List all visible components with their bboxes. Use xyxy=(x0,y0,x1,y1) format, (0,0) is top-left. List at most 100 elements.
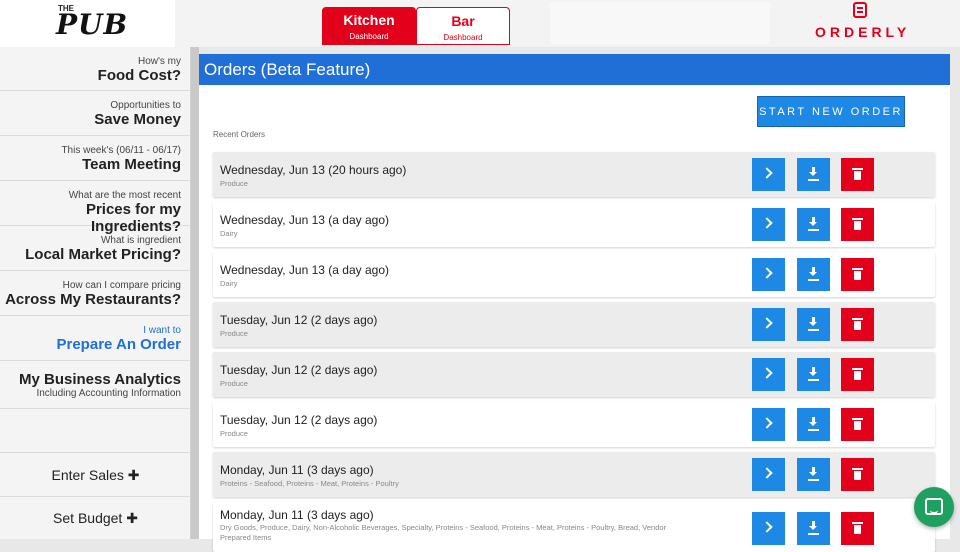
sidebar-item-compare-restaurants[interactable]: How can I compare pricing Across My Rest… xyxy=(0,271,191,316)
download-icon xyxy=(809,467,818,478)
download-order-button[interactable] xyxy=(797,258,830,291)
open-order-button[interactable] xyxy=(752,308,785,341)
order-date: Wednesday, Jun 13 (20 hours ago) xyxy=(220,163,407,177)
delete-order-button[interactable] xyxy=(841,158,874,191)
order-categories: Produce xyxy=(220,329,248,338)
sidebar: How's my Food Cost? Opportunities to Sav… xyxy=(0,47,191,539)
sidebar-item-local-market-pricing[interactable]: What is ingredient Local Market Pricing? xyxy=(0,226,191,271)
download-base-line xyxy=(808,179,819,181)
sidebar-item-subtext: How can I compare pricing xyxy=(62,280,181,291)
logo-big-text: PUB xyxy=(56,8,129,41)
trash-icon xyxy=(852,168,863,180)
order-row[interactable]: Monday, Jun 11 (3 days ago) Dry Goods, P… xyxy=(213,502,935,552)
download-base-line xyxy=(808,279,819,281)
download-order-button[interactable] xyxy=(797,358,830,391)
order-categories: Produce xyxy=(220,179,248,188)
order-row[interactable]: Tuesday, Jun 12 (2 days ago) Produce xyxy=(213,352,935,397)
delete-order-button[interactable] xyxy=(841,308,874,341)
order-row[interactable]: Wednesday, Jun 13 (a day ago) Dairy xyxy=(213,202,935,247)
order-date: Tuesday, Jun 12 (2 days ago) xyxy=(220,413,378,427)
enter-sales-button[interactable]: Enter Sales ✚ xyxy=(0,452,191,496)
order-categories-continued: Prepared Items xyxy=(220,533,272,542)
chat-launcher-button[interactable] xyxy=(914,487,954,527)
download-order-button[interactable] xyxy=(797,408,830,441)
tab-bar-dashboard[interactable]: Bar Dashboard xyxy=(416,7,510,45)
open-order-button[interactable] xyxy=(752,458,785,491)
orderly-brand-text: ORDERLY xyxy=(815,24,911,40)
sidebar-item-label: Team Meeting xyxy=(82,156,181,173)
delete-order-button[interactable] xyxy=(841,408,874,441)
header-center: Kitchen Dashboard Bar Dashboard ORDERLY xyxy=(175,0,960,47)
download-icon xyxy=(809,521,818,532)
chevron-right-icon xyxy=(761,217,773,229)
chevron-right-icon xyxy=(761,267,773,279)
download-base-line xyxy=(808,379,819,381)
open-order-button[interactable] xyxy=(752,358,785,391)
sidebar-item-label: Food Cost? xyxy=(97,67,181,84)
delete-order-button[interactable] xyxy=(841,358,874,391)
delete-order-button[interactable] xyxy=(841,258,874,291)
order-date: Tuesday, Jun 12 (2 days ago) xyxy=(220,313,378,327)
trash-icon xyxy=(852,218,863,230)
sidebar-item-ingredient-prices[interactable]: What are the most recent Prices for my I… xyxy=(0,181,191,235)
order-categories: Proteins - Seafood, Proteins - Meat, Pro… xyxy=(220,479,399,488)
sidebar-divider xyxy=(191,47,199,539)
sidebar-item-subtext: I want to xyxy=(143,325,181,336)
chevron-right-icon xyxy=(761,317,773,329)
clipboard-icon xyxy=(853,2,867,18)
download-icon xyxy=(809,167,818,178)
recent-orders-label: Recent Orders xyxy=(213,130,266,139)
set-budget-button[interactable]: Set Budget ✚ xyxy=(0,496,191,539)
order-row[interactable]: Wednesday, Jun 13 (a day ago) Dairy xyxy=(213,252,935,297)
download-order-button[interactable] xyxy=(797,458,830,491)
order-date: Monday, Jun 11 (3 days ago) xyxy=(220,508,374,522)
header-blank-panel xyxy=(550,2,770,44)
download-base-line xyxy=(808,229,819,231)
delete-order-button[interactable] xyxy=(841,512,874,545)
download-order-button[interactable] xyxy=(797,512,830,545)
sidebar-item-label: Prepare An Order xyxy=(56,336,182,353)
sidebar-item-team-meeting[interactable]: This week's (06/11 - 06/17) Team Meeting xyxy=(0,136,191,181)
order-date: Tuesday, Jun 12 (2 days ago) xyxy=(220,363,378,377)
download-order-button[interactable] xyxy=(797,158,830,191)
orders-panel: Orders (Beta Feature) START NEW ORDER Re… xyxy=(199,54,950,552)
chevron-right-icon xyxy=(761,417,773,429)
trash-icon xyxy=(852,368,863,380)
sidebar-item-prepare-order[interactable]: I want to Prepare An Order xyxy=(0,316,191,361)
open-order-button[interactable] xyxy=(752,408,785,441)
sidebar-item-subtext: What is ingredient xyxy=(100,235,181,246)
sidebar-item-subtext: This week's (06/11 - 06/17) xyxy=(61,145,181,156)
delete-order-button[interactable] xyxy=(841,208,874,241)
download-base-line xyxy=(808,329,819,331)
chat-icon xyxy=(925,498,943,515)
trash-icon xyxy=(852,318,863,330)
download-base-line xyxy=(808,479,819,481)
top-header: THE PUB Kitchen Dashboard Bar Dashboard … xyxy=(0,0,960,47)
order-categories: Dairy xyxy=(220,229,238,238)
download-order-button[interactable] xyxy=(797,308,830,341)
trash-icon xyxy=(852,468,863,480)
sidebar-item-subtext: Opportunities to xyxy=(110,100,181,111)
chevron-right-icon xyxy=(761,467,773,479)
open-order-button[interactable] xyxy=(752,208,785,241)
open-order-button[interactable] xyxy=(752,258,785,291)
download-order-button[interactable] xyxy=(797,208,830,241)
sidebar-item-food-cost[interactable]: How's my Food Cost? xyxy=(0,47,191,91)
the-pub-logo[interactable]: THE PUB xyxy=(56,4,127,42)
sidebar-item-save-money[interactable]: Opportunities to Save Money xyxy=(0,91,191,136)
order-categories: Dry Goods, Produce, Dairy, Non-Alcoholic… xyxy=(220,523,667,532)
order-row[interactable]: Tuesday, Jun 12 (2 days ago) Produce xyxy=(213,402,935,447)
sidebar-item-label: My Business Analytics xyxy=(18,371,181,388)
order-row[interactable]: Monday, Jun 11 (3 days ago) Proteins - S… xyxy=(213,452,935,497)
orderly-brand[interactable]: ORDERLY xyxy=(815,2,911,44)
open-order-button[interactable] xyxy=(752,158,785,191)
start-new-order-button[interactable]: START NEW ORDER xyxy=(757,96,905,127)
tab-kitchen-dashboard[interactable]: Kitchen Dashboard xyxy=(322,7,416,45)
order-date: Wednesday, Jun 13 (a day ago) xyxy=(220,213,389,227)
sidebar-item-business-analytics[interactable]: My Business Analytics Including Accounti… xyxy=(0,361,191,409)
open-order-button[interactable] xyxy=(752,512,785,545)
order-row[interactable]: Tuesday, Jun 12 (2 days ago) Produce xyxy=(213,302,935,347)
order-row[interactable]: Wednesday, Jun 13 (20 hours ago) Produce xyxy=(213,152,935,197)
order-categories: Dairy xyxy=(220,279,238,288)
delete-order-button[interactable] xyxy=(841,458,874,491)
